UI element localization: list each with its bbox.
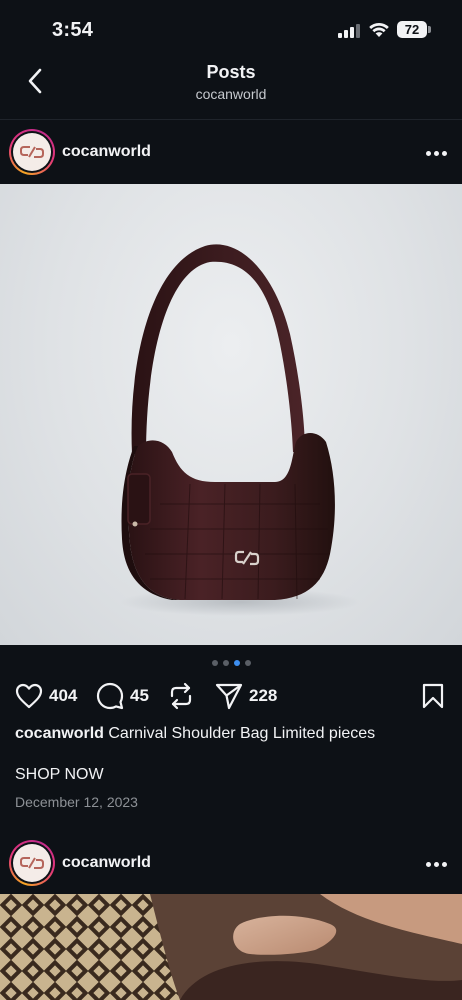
post-header: cocanworld [0,122,462,184]
more-icon [425,150,431,156]
comment-button[interactable]: 45 [96,680,149,712]
shop-now-text: SHOP NOW [15,766,104,783]
like-count: 404 [49,686,78,705]
post-actions: 404 45 228 [0,680,462,712]
more-options-button[interactable] [422,144,450,162]
post-image[interactable] [0,894,462,1000]
battery-level: 72 [397,21,427,38]
status-time: 3:54 [52,19,94,41]
status-bar: 3:54 72 [0,0,462,58]
carousel-dot [222,660,229,666]
model-knit-sweater-image [0,894,462,1000]
comment-count: 45 [130,686,149,705]
bookmark-icon [422,683,444,709]
carousel-dot [244,660,251,666]
shoulder-bag-image [120,244,360,616]
post-image[interactable] [0,184,462,645]
posts-header: Posts cocanworld [0,58,462,120]
post-username[interactable]: cocanworld [62,143,151,161]
post-header: cocanworld [0,833,462,895]
share-button[interactable]: 228 [215,680,277,712]
brand-logo-icon [20,857,44,869]
share-count: 228 [249,686,278,705]
carousel-indicator [0,660,462,666]
carousel-dot-active [233,660,240,666]
more-icon [425,861,431,867]
page-title: Posts [206,62,256,82]
avatar[interactable] [9,129,55,175]
carousel-dot [211,660,218,666]
post-username[interactable]: cocanworld [62,854,151,872]
avatar[interactable] [9,840,55,886]
repost-button[interactable] [168,680,194,712]
more-options-button[interactable] [422,855,450,873]
post-caption: cocanworld Carnival Shoulder Bag Limited… [15,724,450,744]
post-date: December 12, 2023 [15,794,138,810]
comment-icon [96,682,124,710]
cellular-signal-icon [338,24,360,38]
caption-username[interactable]: cocanworld [15,725,104,742]
send-icon [215,683,243,710]
repost-icon [170,682,192,710]
page-subtitle: cocanworld [195,86,267,102]
heart-icon [15,683,43,709]
caption-text: Carnival Shoulder Bag Limited pieces [108,725,376,742]
brand-logo-icon [20,146,44,158]
like-button[interactable]: 404 [15,680,77,712]
bookmark-button[interactable] [421,680,445,712]
battery-indicator: 72 [397,21,431,38]
wifi-icon [369,22,389,37]
